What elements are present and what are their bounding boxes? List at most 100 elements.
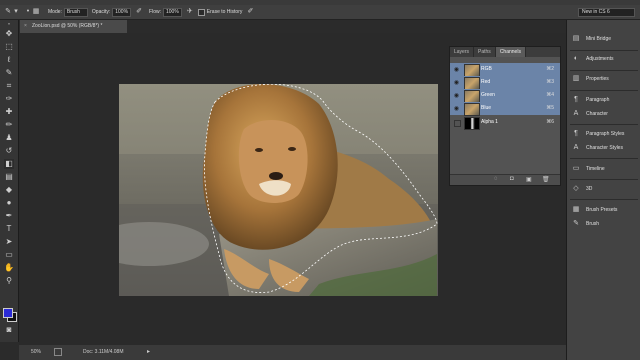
clone-stamp-tool-icon[interactable]: ♟ xyxy=(4,133,14,143)
tab-layers[interactable]: Layers xyxy=(450,47,475,57)
dodge-tool-icon[interactable]: ● xyxy=(4,198,14,208)
flow-field[interactable]: 100% xyxy=(163,7,182,17)
dock-item-mini-bridge[interactable]: ▤ Mini Bridge xyxy=(567,33,640,45)
properties-icon: ▥ xyxy=(572,75,580,82)
options-bar: ✎ ▾ • ▦ Mode: Brush Opacity: 100% ✐ Flow: … xyxy=(0,5,640,20)
status-menu-icon[interactable] xyxy=(54,348,62,356)
dock-divider xyxy=(570,158,638,159)
mode-select[interactable]: Brush xyxy=(63,7,88,17)
channel-shortcut: ⌘4 xyxy=(546,92,554,98)
brush-presets-icon: ▦ xyxy=(572,206,580,213)
erase-history-checkbox[interactable] xyxy=(197,8,205,16)
crop-tool-icon[interactable]: ⌗ xyxy=(4,81,14,91)
status-arrow-icon[interactable]: ▸ xyxy=(147,348,150,355)
channel-shortcut: ⌘5 xyxy=(546,105,554,111)
tab-channels[interactable]: Channels xyxy=(495,47,526,57)
opacity-pressure-button[interactable]: ✐ xyxy=(135,8,143,16)
history-brush-tool-icon[interactable]: ↺ xyxy=(4,146,14,156)
new-channel-icon[interactable]: ▣ xyxy=(526,176,532,183)
delete-channel-icon[interactable]: 🗑 xyxy=(542,176,550,183)
pressure-opacity-icon: ✐ xyxy=(136,8,142,15)
channel-row-blue[interactable]: ◉ Blue ⌘5 xyxy=(450,102,560,116)
channel-shortcut: ⌘6 xyxy=(546,119,554,125)
visibility-eye-icon[interactable]: ◉ xyxy=(453,105,460,112)
3d-icon: ◇ xyxy=(573,185,579,192)
shape-tool-icon[interactable]: ▭ xyxy=(4,250,14,260)
channel-name: RGB xyxy=(481,66,492,72)
visibility-toggle-empty[interactable] xyxy=(454,120,461,127)
lasso-tool-icon[interactable]: ℓ xyxy=(4,55,14,65)
workspace-switcher[interactable]: New in CS 6 xyxy=(578,8,635,17)
dock-divider xyxy=(570,90,638,91)
path-selection-tool-icon[interactable]: ➤ xyxy=(4,237,14,247)
size-pressure-button[interactable]: ✐ xyxy=(246,8,254,16)
close-tab-icon[interactable]: × xyxy=(24,20,27,33)
foreground-color-swatch[interactable] xyxy=(3,308,13,318)
dock-divider xyxy=(570,199,638,200)
channel-row-red[interactable]: ◉ Red ⌘3 xyxy=(450,76,560,90)
brush-panel-icon: ▦ xyxy=(32,8,40,15)
dock-item-brush-presets[interactable]: ▦ Brush Presets xyxy=(567,204,640,216)
pressure-size-icon: ✐ xyxy=(247,8,254,15)
timeline-icon: ▭ xyxy=(572,165,580,172)
visibility-eye-icon[interactable]: ◉ xyxy=(453,92,460,99)
collapse-toolbar-icon[interactable]: » xyxy=(4,22,14,26)
load-selection-icon[interactable]: ◌ xyxy=(494,176,498,182)
dock-item-character[interactable]: A Character xyxy=(567,108,640,120)
dock-divider xyxy=(570,124,638,125)
save-selection-icon[interactable]: ◘ xyxy=(510,176,514,182)
dock-item-paragraph[interactable]: ¶ Paragraph xyxy=(567,94,640,106)
visibility-eye-icon[interactable]: ◉ xyxy=(453,79,460,86)
opacity-field[interactable]: 100% xyxy=(112,7,132,17)
blur-tool-icon[interactable]: ◆ xyxy=(4,185,14,195)
hand-tool-icon[interactable]: ✋ xyxy=(4,263,14,273)
eraser-tool-icon[interactable]: ◧ xyxy=(4,159,14,169)
paragraph-styles-icon: ¶ xyxy=(574,130,578,137)
gradient-tool-icon[interactable]: ▤ xyxy=(4,172,14,182)
dock-item-paragraph-styles[interactable]: ¶ Paragraph Styles xyxy=(567,128,640,140)
dock-item-adjustments[interactable]: ◐ Adjustments xyxy=(567,53,640,65)
character-styles-icon: A xyxy=(573,144,579,151)
dock-item-properties[interactable]: ▥ Properties xyxy=(567,73,640,85)
brush-tip-icon: • xyxy=(26,8,30,15)
document-tab[interactable]: × ZooLion.psd @ 50% (RGB/8*) * xyxy=(20,20,127,33)
type-tool-icon[interactable]: T xyxy=(4,224,14,234)
dock-divider xyxy=(570,50,638,51)
character-icon: A xyxy=(573,110,579,117)
eyedropper-tool-icon[interactable]: ✑ xyxy=(4,94,14,104)
pen-tool-icon[interactable]: ✒ xyxy=(4,211,14,221)
tools-panel: » ✥ ⬚ ℓ ✎ ⌗ ✑ ✚ ✏ ♟ ↺ ◧ ▤ ◆ ● ✒ T ➤ ▭ ✋ … xyxy=(0,20,19,342)
move-tool-icon[interactable]: ✥ xyxy=(4,29,14,39)
tab-paths[interactable]: Paths xyxy=(474,47,496,57)
status-bar: 50% Doc: 3.11M/4.08M ▸ xyxy=(19,345,566,360)
marquee-tool-icon[interactable]: ⬚ xyxy=(4,42,14,52)
dock-item-3d[interactable]: ◇ 3D xyxy=(567,183,640,195)
mode-label: Mode: xyxy=(48,9,62,15)
erase-history-toggle[interactable]: Erase to History xyxy=(197,8,242,16)
quick-selection-tool-icon[interactable]: ✎ xyxy=(4,68,14,78)
dock-item-brush[interactable]: ✎ Brush xyxy=(567,218,640,230)
channel-row-rgb[interactable]: ◉ RGB ⌘2 xyxy=(450,63,560,77)
brush-tool-icon[interactable]: ✏ xyxy=(4,120,14,130)
channel-shortcut: ⌘2 xyxy=(546,66,554,72)
airbrush-button[interactable]: ✈ xyxy=(186,8,194,16)
dock-item-timeline[interactable]: ▭ Timeline xyxy=(567,163,640,175)
document-canvas-image[interactable] xyxy=(119,84,438,296)
channel-row-green[interactable]: ◉ Green ⌘4 xyxy=(450,89,560,103)
brush-icon: ✎ xyxy=(573,220,579,227)
quick-mask-icon[interactable]: ◙ xyxy=(4,325,14,335)
healing-brush-tool-icon[interactable]: ✚ xyxy=(4,107,14,117)
visibility-eye-icon[interactable]: ◉ xyxy=(453,66,460,73)
channel-row-alpha-1[interactable]: Alpha 1 ⌘6 xyxy=(450,116,560,130)
flow-label: Flow: xyxy=(149,9,161,15)
document-info: Doc: 3.11M/4.08M xyxy=(83,349,124,355)
dock-item-character-styles[interactable]: A Character Styles xyxy=(567,142,640,154)
tool-preset-picker[interactable]: ✎ ▾ xyxy=(4,8,20,16)
zoom-level[interactable]: 50% xyxy=(31,349,41,355)
lion-photo xyxy=(119,84,438,296)
panel-footer: ◌ ◘ ▣ 🗑 xyxy=(450,174,560,185)
brush-size-picker[interactable]: • ▦ xyxy=(24,8,40,16)
document-tab-title: ZooLion.psd @ 50% (RGB/8*) * xyxy=(32,23,103,29)
zoom-tool-icon[interactable]: ⚲ xyxy=(4,276,14,286)
channel-name: Red xyxy=(481,79,491,85)
